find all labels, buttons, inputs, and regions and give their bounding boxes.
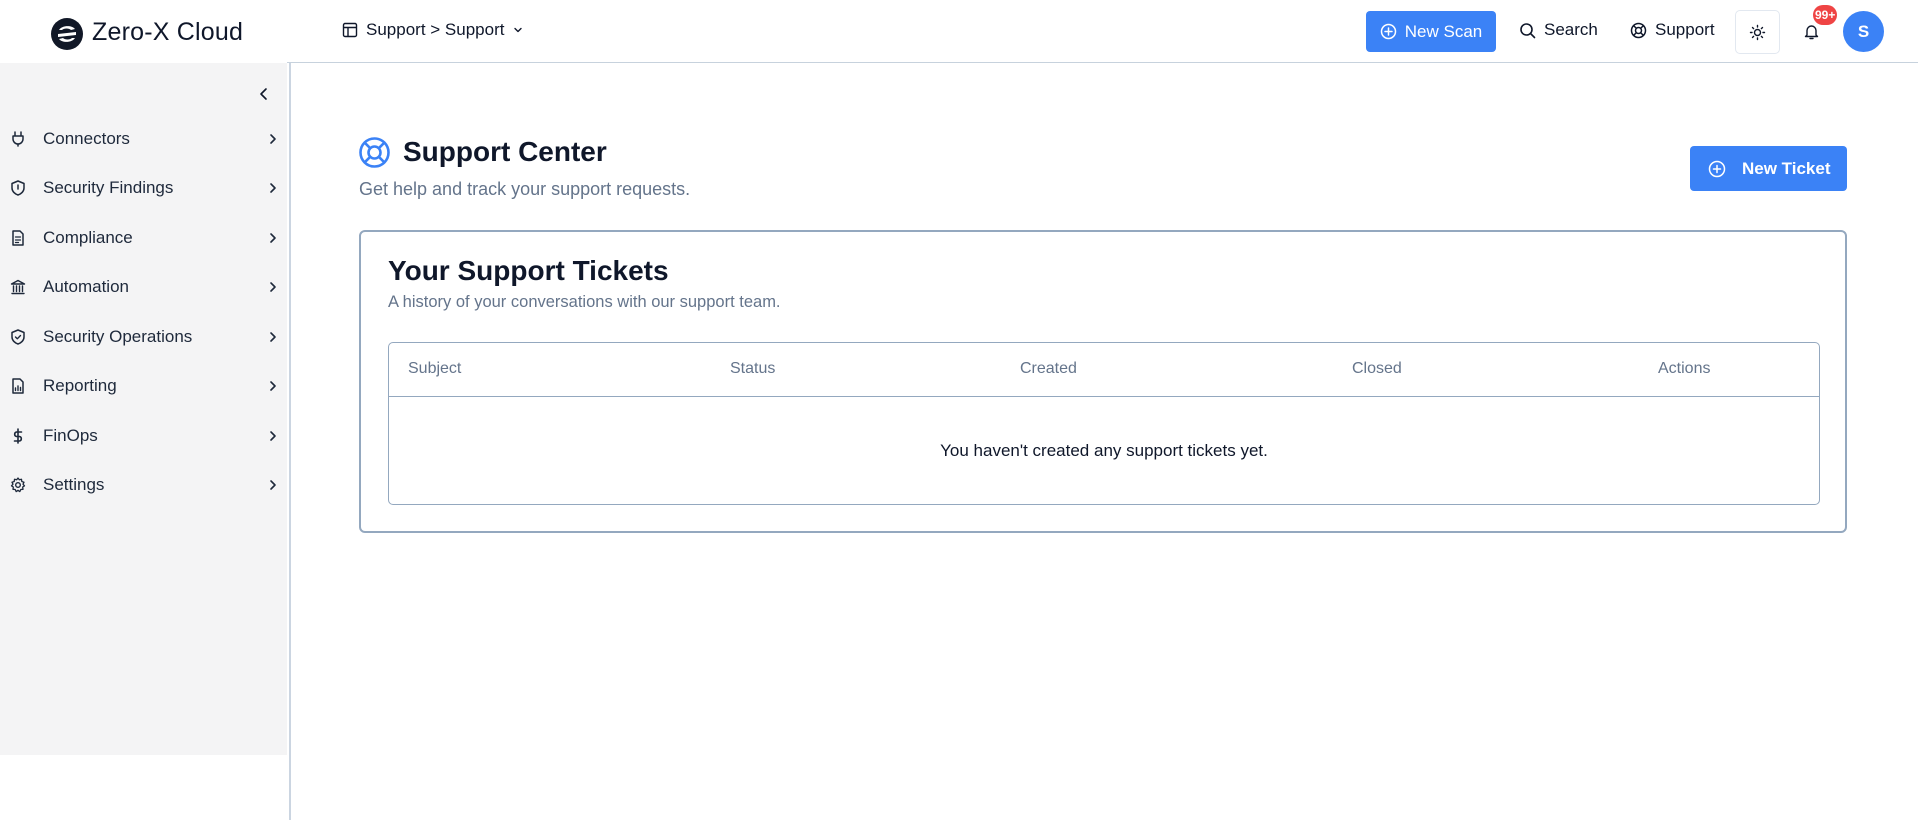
page-subtitle: Get help and track your support requests… [359, 179, 691, 199]
empty-state-message: You haven't created any support tickets … [940, 441, 1268, 460]
sidebar-item-label: Compliance [43, 227, 133, 247]
theme-toggle-button[interactable] [1735, 10, 1780, 54]
tickets-table: Subject Status Created Closed Actions Yo… [388, 342, 1820, 505]
column-header-subject[interactable]: Subject [408, 360, 461, 378]
search-icon [1520, 22, 1536, 38]
chevron-right-icon [266, 429, 280, 443]
report-icon [9, 377, 27, 395]
new-ticket-button[interactable]: New Ticket [1690, 146, 1847, 191]
chevron-right-icon [266, 478, 280, 492]
sidebar-nav: Connectors Security Findings Compliance [0, 114, 287, 510]
column-header-created[interactable]: Created [1020, 360, 1077, 378]
chevron-right-icon [266, 132, 280, 146]
chevron-left-icon [260, 88, 267, 100]
sidebar-item-security-findings[interactable]: Security Findings [0, 164, 287, 214]
notification-badge: 99+ [1813, 5, 1838, 25]
plus-circle-icon [1380, 23, 1396, 40]
collapse-sidebar-button[interactable] [254, 84, 274, 104]
column-header-closed[interactable]: Closed [1352, 360, 1402, 378]
sidebar-item-security-operations[interactable]: Security Operations [0, 312, 287, 362]
search-label: Search [1544, 20, 1598, 39]
plus-circle-icon [1708, 160, 1726, 177]
breadcrumb-text: Support > Support [366, 20, 505, 39]
dollar-icon [9, 427, 27, 445]
support-tickets-card: Your Support Tickets A history of your c… [359, 230, 1847, 533]
search-button[interactable]: Search [1519, 20, 1598, 40]
chevron-right-icon [266, 181, 280, 195]
chevron-right-icon [266, 330, 280, 344]
sun-icon [1749, 24, 1766, 40]
card-title: Your Support Tickets [388, 255, 669, 286]
support-label: Support [1655, 20, 1715, 39]
brand-name: Zero-X Cloud [92, 18, 244, 46]
breadcrumb[interactable]: Support > Support [342, 20, 524, 40]
page-title: Support Center [403, 136, 607, 167]
lifebuoy-icon [359, 137, 390, 168]
sidebar-item-finops[interactable]: FinOps [0, 411, 287, 461]
sidebar-item-label: Reporting [43, 376, 117, 396]
layout-icon [342, 22, 358, 38]
table-header: Subject Status Created Closed Actions [389, 343, 1819, 397]
support-link[interactable]: Support [1630, 20, 1715, 40]
chevron-right-icon [266, 280, 280, 294]
sidebar-item-label: Automation [43, 277, 129, 297]
chevron-right-icon [266, 379, 280, 393]
new-scan-label: New Scan [1404, 21, 1483, 41]
shield-icon [9, 179, 27, 197]
sidebar-item-reporting[interactable]: Reporting [0, 362, 287, 412]
sidebar-item-label: Settings [43, 475, 105, 495]
plug-icon [9, 130, 27, 148]
new-scan-button[interactable]: New Scan [1366, 11, 1496, 52]
sidebar-item-label: Security Findings [43, 178, 174, 198]
card-subtitle: A history of your conversations with our… [388, 293, 781, 311]
column-header-status[interactable]: Status [730, 360, 775, 378]
bell-icon [1804, 24, 1818, 39]
sidebar-item-label: Security Operations [43, 326, 193, 346]
chevron-down-icon [514, 27, 523, 33]
sidebar: Zero-X Cloud Connectors Security Finding… [0, 0, 287, 755]
app: Zero-X Cloud Connectors Security Finding… [0, 0, 1918, 820]
chevron-right-icon [266, 231, 280, 245]
new-ticket-label: New Ticket [1742, 158, 1831, 178]
document-icon [9, 229, 27, 247]
sidebar-divider [289, 63, 291, 820]
bank-icon [9, 278, 27, 296]
sidebar-item-automation[interactable]: Automation [0, 263, 287, 313]
sidebar-item-label: Connectors [43, 128, 130, 148]
lifebuoy-icon [1630, 22, 1647, 38]
top-header: Support > Support New Scan Search Suppor… [287, 0, 1918, 63]
brand-logo-icon [51, 18, 83, 50]
gear-icon [9, 476, 27, 494]
sidebar-item-compliance[interactable]: Compliance [0, 213, 287, 263]
shield-check-icon [9, 328, 27, 346]
brand[interactable]: Zero-X Cloud [0, 0, 287, 63]
avatar[interactable]: S [1843, 11, 1884, 52]
sidebar-item-label: FinOps [43, 425, 98, 445]
sidebar-item-connectors[interactable]: Connectors [0, 114, 287, 164]
column-header-actions: Actions [1658, 360, 1711, 377]
sidebar-item-settings[interactable]: Settings [0, 461, 287, 511]
